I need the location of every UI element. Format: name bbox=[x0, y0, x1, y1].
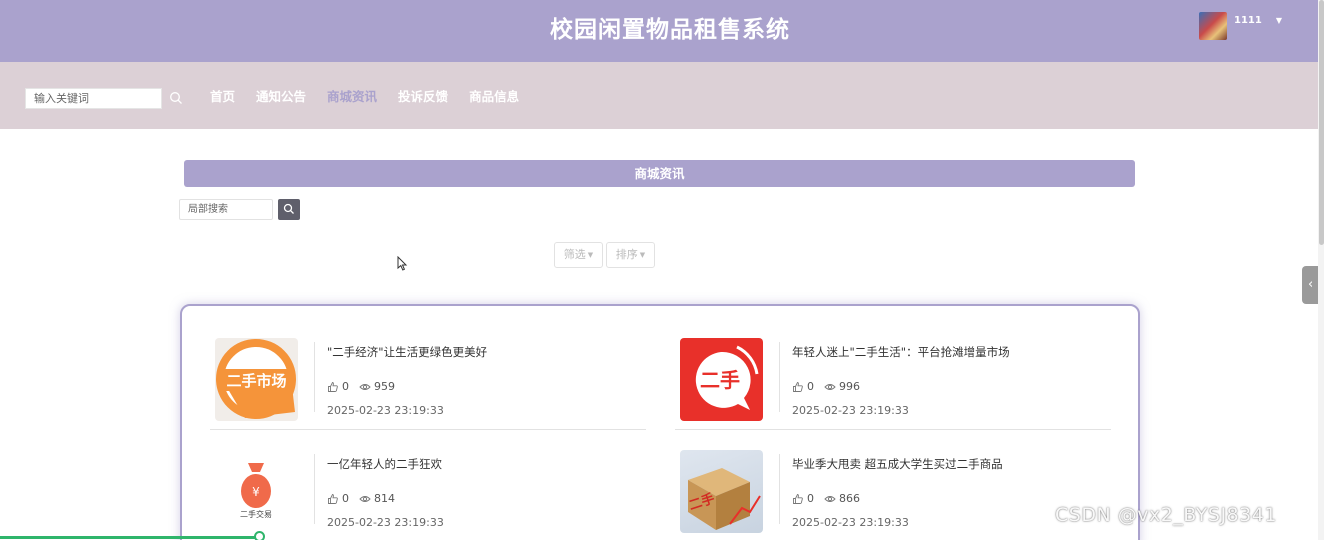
news-item[interactable]: 二手 毕业季大甩卖 超五成大学生买过二手商品 0 866 2025-02-23 … bbox=[675, 449, 1111, 540]
news-date: 2025-02-23 23:19:33 bbox=[327, 516, 444, 529]
user-avatar[interactable] bbox=[1199, 12, 1227, 40]
news-title[interactable]: 年轻人迷上"二手生活"：平台抢滩增量市场 bbox=[792, 344, 1010, 360]
divider bbox=[779, 342, 780, 412]
nav-item-feedback[interactable]: 投诉反馈 bbox=[398, 88, 448, 106]
site-title: 校园闲置物品租售系统 bbox=[550, 17, 790, 43]
view-count: 996 bbox=[839, 380, 860, 393]
view-count: 959 bbox=[374, 380, 395, 393]
news-date: 2025-02-23 23:19:33 bbox=[792, 404, 909, 417]
nav-item-home[interactable]: 首页 bbox=[210, 88, 235, 106]
money-bag-icon: ¥ 二手交易 bbox=[240, 463, 272, 519]
like-count: 0 bbox=[807, 492, 814, 505]
section-title: 商城资讯 bbox=[184, 160, 1135, 187]
sort-button[interactable]: 排序 ▼ bbox=[606, 242, 655, 268]
news-title[interactable]: 毕业季大甩卖 超五成大学生买过二手商品 bbox=[792, 456, 1003, 472]
top-header: 校园闲置物品租售系统 1111 ▼ bbox=[0, 0, 1324, 62]
chevron-left-icon: ‹ bbox=[1308, 277, 1314, 292]
news-thumbnail[interactable]: 二手 bbox=[680, 338, 763, 421]
news-stats: 0 814 bbox=[327, 492, 395, 505]
search-icon bbox=[283, 203, 294, 214]
news-stats: 0 996 bbox=[792, 380, 860, 393]
eye-icon bbox=[824, 383, 836, 390]
caret-down-icon: ▼ bbox=[639, 251, 646, 259]
filter-label: 筛选 bbox=[563, 248, 586, 261]
thumbs-up-icon[interactable] bbox=[327, 381, 339, 393]
news-stats: 0 866 bbox=[792, 492, 860, 505]
username[interactable]: 1111 bbox=[1234, 15, 1262, 26]
news-title[interactable]: "二手经济"让生活更绿色更美好 bbox=[327, 344, 487, 360]
thumbs-up-icon[interactable] bbox=[792, 381, 804, 393]
filter-button[interactable]: 筛选 ▼ bbox=[554, 242, 603, 268]
news-stats: 0 959 bbox=[327, 380, 395, 393]
divider bbox=[314, 454, 315, 524]
user-menu[interactable]: 1111 ▼ bbox=[1199, 12, 1282, 40]
caret-down-icon[interactable]: ▼ bbox=[1276, 16, 1282, 25]
progress-handle bbox=[254, 531, 265, 540]
news-thumbnail[interactable]: ¥ 二手交易 bbox=[215, 450, 298, 533]
news-item[interactable]: 二手 年轻人迷上"二手生活"：平台抢滩增量市场 0 996 2025-02-23… bbox=[675, 337, 1111, 431]
thumb-text: 二手交易 bbox=[240, 509, 272, 519]
divider bbox=[314, 342, 315, 412]
second-hand-market-logo-icon: 二手市场 bbox=[216, 339, 296, 419]
news-thumbnail[interactable]: 二手 bbox=[680, 450, 763, 533]
nav-menu: 首页 通知公告 商城资讯 投诉反馈 商品信息 bbox=[210, 88, 519, 106]
local-search-button[interactable] bbox=[278, 199, 300, 220]
thumbs-up-icon[interactable] bbox=[327, 493, 339, 505]
cardboard-box-icon: 二手 bbox=[687, 468, 761, 530]
thumb-text: 二手市场 bbox=[226, 372, 286, 390]
watermark: CSDN @vx2_BYSJ8341 bbox=[1055, 504, 1277, 526]
news-title[interactable]: 一亿年轻人的二手狂欢 bbox=[327, 456, 442, 472]
yuan-symbol: ¥ bbox=[252, 485, 260, 499]
mouse-cursor-icon bbox=[397, 256, 408, 271]
scrollbar-thumb[interactable] bbox=[1319, 0, 1324, 245]
eye-icon bbox=[824, 495, 836, 502]
like-count: 0 bbox=[342, 492, 349, 505]
caret-down-icon: ▼ bbox=[587, 251, 594, 259]
eye-icon bbox=[359, 495, 371, 502]
news-item[interactable]: 二手市场 "二手经济"让生活更绿色更美好 0 959 2025-02-23 23… bbox=[210, 337, 646, 431]
keyword-search-input[interactable]: 输入关键词 bbox=[25, 88, 162, 109]
search-icon[interactable] bbox=[169, 91, 183, 105]
loading-progress-bar bbox=[0, 536, 258, 539]
eye-icon bbox=[359, 383, 371, 390]
news-date: 2025-02-23 23:19:33 bbox=[792, 516, 909, 529]
thumbs-up-icon[interactable] bbox=[792, 493, 804, 505]
divider bbox=[779, 454, 780, 524]
like-count: 0 bbox=[807, 380, 814, 393]
nav-item-mall-news[interactable]: 商城资讯 bbox=[327, 88, 377, 106]
news-date: 2025-02-23 23:19:33 bbox=[327, 404, 444, 417]
news-item[interactable]: ¥ 二手交易 一亿年轻人的二手狂欢 0 814 2025-02-23 23:19… bbox=[210, 449, 646, 540]
view-count: 814 bbox=[374, 492, 395, 505]
sort-label: 排序 bbox=[615, 248, 638, 261]
news-thumbnail[interactable]: 二手市场 bbox=[215, 338, 298, 421]
view-count: 866 bbox=[839, 492, 860, 505]
divider bbox=[210, 429, 646, 430]
nav-item-notices[interactable]: 通知公告 bbox=[256, 88, 306, 106]
nav-item-products[interactable]: 商品信息 bbox=[469, 88, 519, 106]
divider bbox=[675, 429, 1111, 430]
thumb-text: 二手 bbox=[700, 368, 740, 392]
news-list: 二手市场 "二手经济"让生活更绿色更美好 0 959 2025-02-23 23… bbox=[180, 304, 1140, 540]
local-search-input[interactable]: 局部搜索 bbox=[179, 199, 273, 220]
like-count: 0 bbox=[342, 380, 349, 393]
second-hand-chat-bubble-icon: 二手 bbox=[695, 345, 759, 410]
navbar: 输入关键词 首页 通知公告 商城资讯 投诉反馈 商品信息 bbox=[0, 62, 1324, 129]
